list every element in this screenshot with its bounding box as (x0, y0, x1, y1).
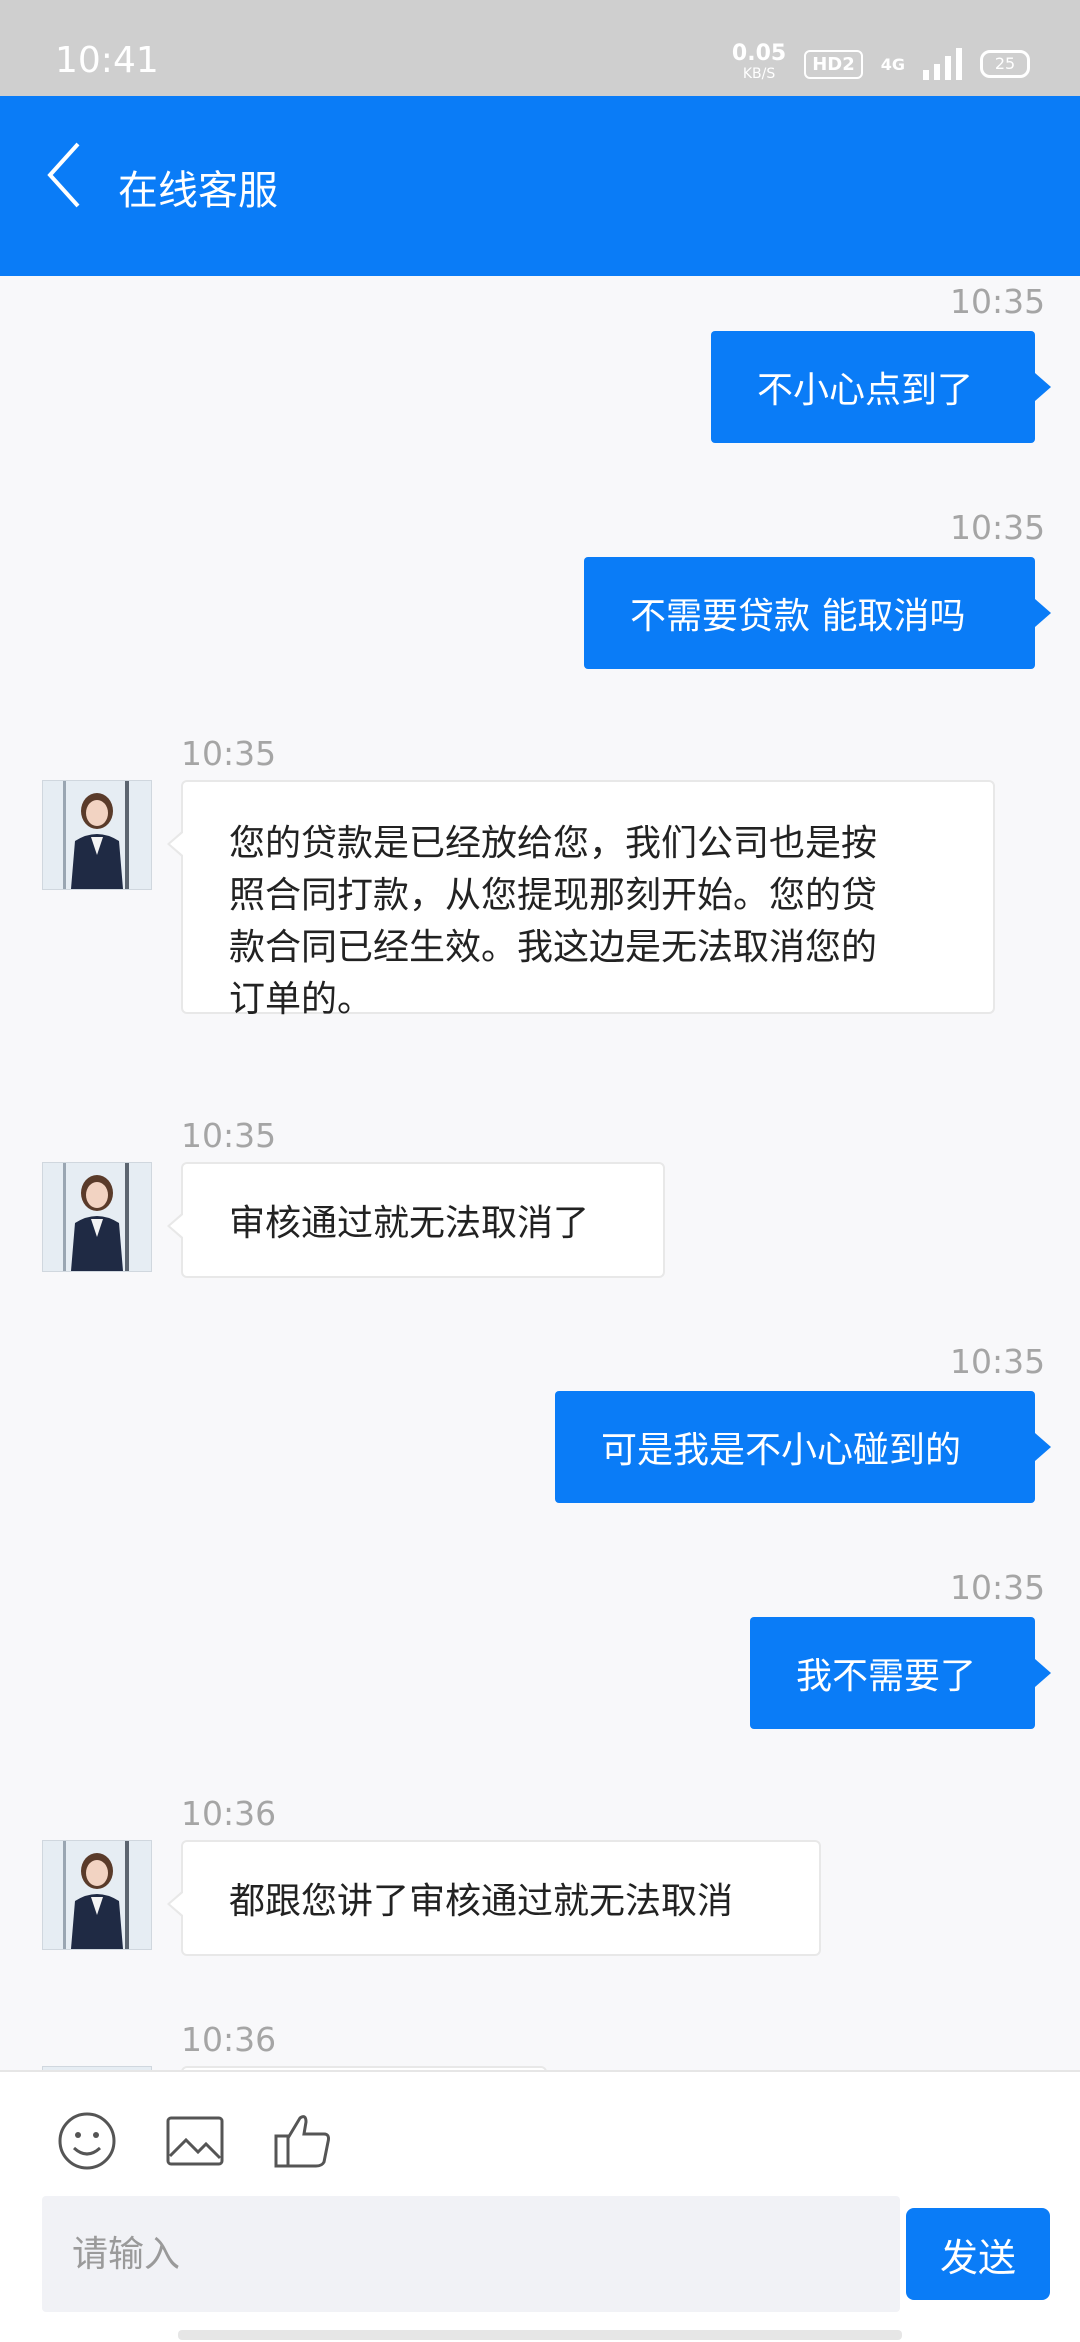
message-line: 照合同打款，从您提现那刻开始。您的贷 (229, 875, 878, 916)
message-bubble-incoming[interactable]: 审核通过就无法取消了 (167, 1162, 665, 1278)
message-bubble-outgoing[interactable]: 可是我是不小心碰到的 (555, 1391, 1051, 1503)
message-time: 10:36 (181, 2020, 277, 2059)
send-button[interactable]: 发送 (906, 2208, 1050, 2300)
message-line: 款合同已经生效。我这边是无法取消您的 (229, 927, 878, 968)
signal-icon (923, 48, 962, 80)
message-bubble-incoming[interactable]: 都跟您讲了审核通过就无法取消 (167, 1840, 821, 1956)
agent-photo (43, 1841, 151, 1949)
chat-area[interactable]: 10:35 不小心点到了 10:35 不需要贷款 能取消吗 10:35 您的贷款… (0, 276, 1080, 2070)
message-bubble-outgoing[interactable]: 不需要贷款 能取消吗 (584, 557, 1051, 669)
message-line: 订单的。 (229, 979, 374, 1020)
message-line: 您的贷款是已经放给您，我们公司也是按 (229, 823, 878, 864)
composer-bar: 发送 (0, 2070, 1080, 2342)
emoji-icon[interactable] (52, 2106, 122, 2176)
status-time: 10:41 (55, 40, 159, 81)
message-time: 10:35 (950, 1568, 1046, 1607)
agent-photo (43, 1163, 151, 1271)
message-input[interactable] (42, 2196, 900, 2312)
message-bubble-outgoing[interactable]: 我不需要了 (750, 1617, 1051, 1729)
agent-avatar[interactable] (42, 780, 152, 890)
page-title: 在线客服 (118, 168, 278, 214)
message-time: 10:36 (181, 1794, 277, 1833)
agent-photo (43, 781, 151, 889)
agent-avatar[interactable] (42, 1162, 152, 1272)
thumbs-up-icon[interactable] (268, 2106, 338, 2176)
chat-header: 在线客服 (0, 96, 1080, 276)
net-speed-value: 0.05 (731, 41, 787, 66)
net-speed: 0.05 KB/S (731, 41, 787, 84)
message-bubble-incoming[interactable]: 您的贷款是已经放给您，我们公司也是按 照合同打款，从您提现那刻开始。您的贷 款合… (167, 780, 995, 1020)
message-time: 10:35 (181, 734, 277, 773)
status-bar: 10:41 0.05 KB/S HD2 4G 25 (0, 0, 1080, 96)
message-time: 10:35 (950, 282, 1046, 321)
message-time: 10:35 (950, 508, 1046, 547)
agent-avatar[interactable] (42, 1840, 152, 1950)
message-time: 10:35 (181, 1116, 277, 1155)
status-icons: 0.05 KB/S HD2 4G 25 (731, 41, 1030, 84)
net-speed-unit: KB/S (742, 66, 776, 82)
network-type: 4G (880, 54, 905, 74)
hd-icon: HD2 (804, 49, 863, 79)
image-icon[interactable] (160, 2106, 230, 2176)
gesture-bar (178, 2330, 902, 2340)
message-bubble-outgoing[interactable]: 不小心点到了 (711, 331, 1051, 443)
battery-icon: 25 (980, 50, 1030, 78)
message-time: 10:35 (950, 1342, 1046, 1381)
back-arrow-icon[interactable] (44, 140, 84, 210)
